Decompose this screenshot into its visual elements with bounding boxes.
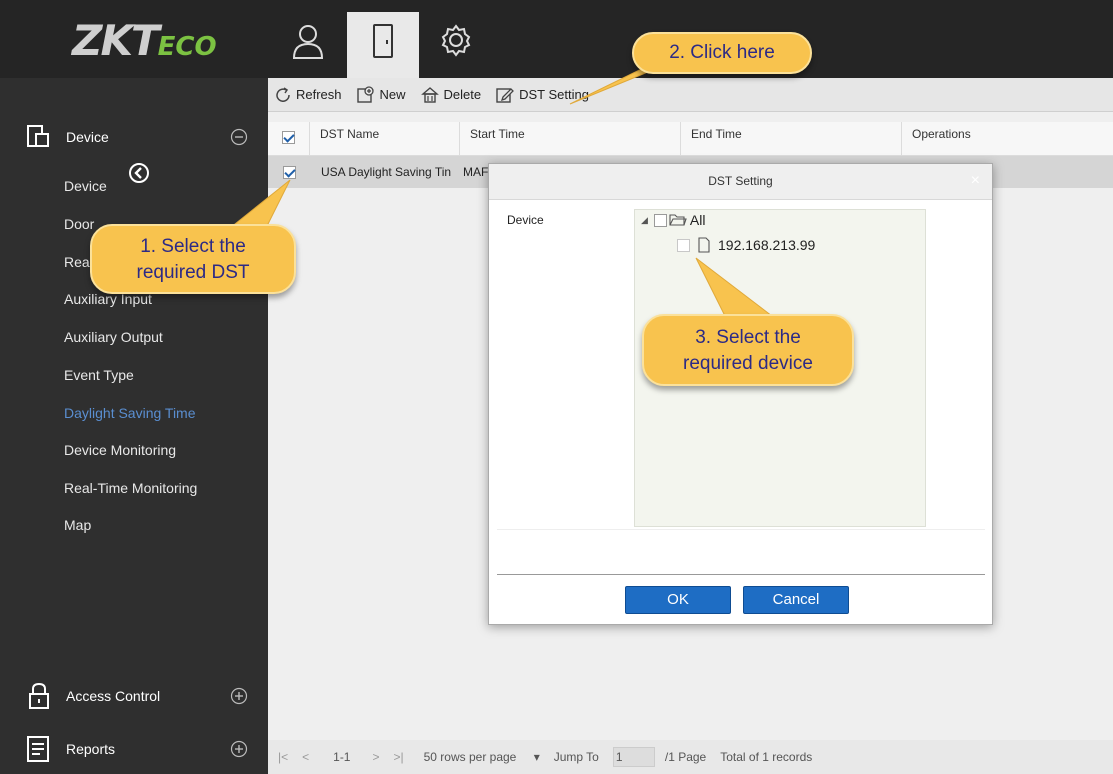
callout-pointers bbox=[228, 59, 774, 323]
callout-step-3: 3. Select the required device bbox=[642, 314, 854, 386]
callout-step-1-line1: 1. Select the bbox=[140, 236, 246, 257]
callout-pointer-3 bbox=[695, 257, 774, 323]
callout-step-1: 1. Select the required DST bbox=[90, 224, 296, 294]
callout-step-3-line1: 3. Select the bbox=[695, 327, 801, 348]
callout-step-1-line2: required DST bbox=[136, 262, 250, 283]
callout-step-2: 2. Click here bbox=[632, 32, 812, 74]
callout-step-3-line2: required device bbox=[683, 353, 813, 374]
